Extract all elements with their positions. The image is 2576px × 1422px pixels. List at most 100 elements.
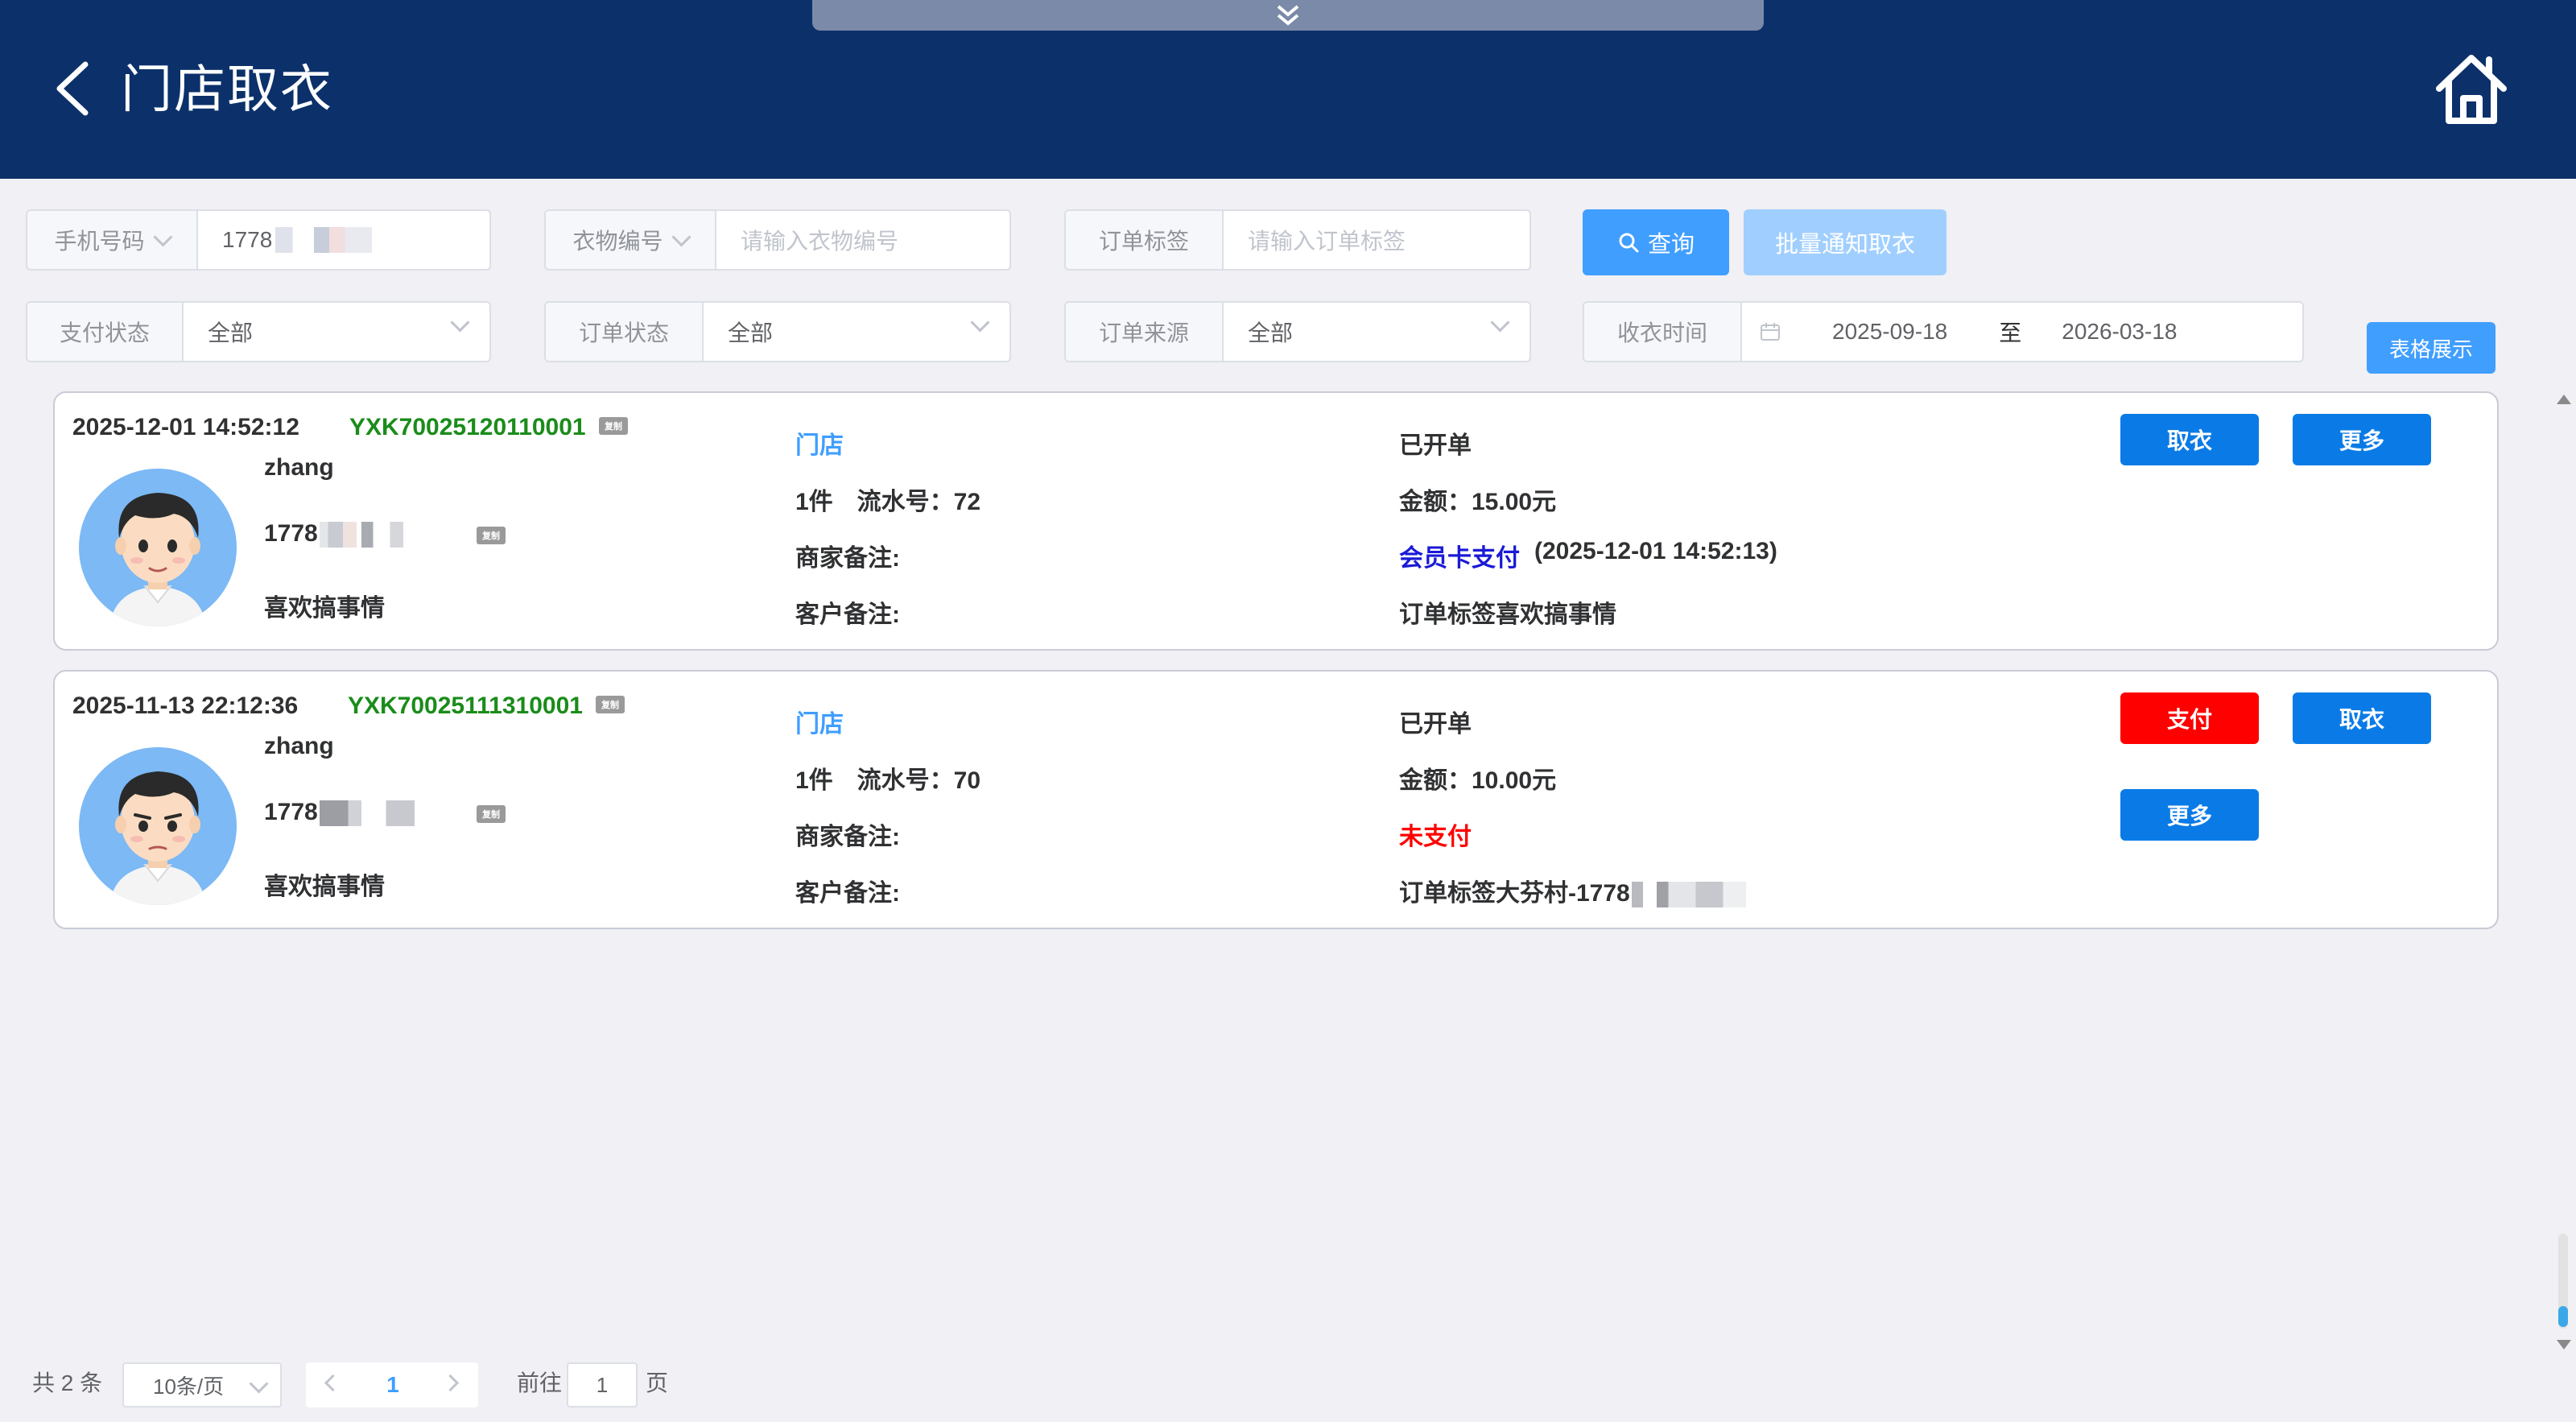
table-view-button[interactable]: 表格展示 [2367, 322, 2496, 374]
order-source: 门店 [795, 432, 844, 459]
chevron-down-icon [249, 1374, 269, 1394]
scroll-up-arrow[interactable] [2557, 395, 2571, 404]
phone-input-value: 1778 [222, 227, 273, 252]
cloth-no-input[interactable]: 请输入衣物编号 [716, 211, 1009, 269]
back-arrow-icon [56, 61, 89, 116]
cloth-no-placeholder: 请输入衣物编号 [741, 229, 899, 254]
cloth-type-select[interactable]: 衣物编号 [546, 211, 716, 269]
current-page[interactable]: 1 [375, 1369, 411, 1401]
customer-phone-prefix: 1778 [264, 799, 318, 825]
chevron-down-icon [671, 226, 691, 247]
home-icon [2436, 55, 2507, 124]
more-button[interactable]: 更多 [2120, 789, 2259, 841]
copy-phone-button[interactable]: 复制 [477, 805, 506, 823]
order-source-value: 全部 [1248, 320, 1294, 345]
order-card: 2025-12-01 14:52:12 YXK70025120110001 复制… [53, 391, 2499, 651]
phone-type-label: 手机号码 [54, 229, 145, 254]
pickup-button-label: 取衣 [2166, 428, 2212, 453]
date-range-picker[interactable]: 2025-09-18 至 2026-03-18 [1742, 303, 2302, 361]
query-button[interactable]: 查询 [1583, 209, 1729, 275]
more-button[interactable]: 更多 [2293, 414, 2431, 465]
order-card: 2025-11-13 22:12:36 YXK70025111310001 复制… [53, 670, 2499, 929]
search-icon [1619, 233, 1639, 253]
order-status-label: 订单状态 [546, 303, 704, 361]
pay-status-value: 全部 [208, 320, 254, 345]
goto-page-input[interactable]: 1 [567, 1362, 638, 1408]
avatar [79, 469, 237, 626]
back-button[interactable] [50, 58, 98, 119]
pickup-button[interactable]: 取衣 [2293, 692, 2431, 744]
phone-mask [319, 522, 403, 548]
phone-type-select[interactable]: 手机号码 [27, 211, 198, 269]
phone-mask [275, 227, 373, 253]
tag-mask [1631, 882, 1746, 908]
pickup-button-label: 取衣 [2339, 707, 2384, 732]
order-tag-placeholder: 请输入订单标签 [1248, 229, 1406, 254]
phone-mask [319, 800, 415, 827]
order-count-serial: 1件 流水号：70 [795, 767, 981, 794]
copy-phone-button[interactable]: 复制 [477, 527, 506, 544]
order-tag-filter: 订单标签 请输入订单标签 [1064, 209, 1531, 271]
goto-unit: 页 [646, 1370, 669, 1395]
order-source-label-text: 订单来源 [1098, 320, 1189, 345]
order-status-filter: 订单状态 全部 [544, 301, 1011, 362]
table-view-label: 表格展示 [2388, 337, 2473, 362]
order-status-label-text: 订单状态 [578, 320, 669, 345]
avatar-icon [109, 493, 206, 626]
pay-time: (2025-12-01 14:52:13) [1534, 538, 1777, 564]
order-status: 已开单 [1399, 711, 1472, 738]
pay-status-select[interactable]: 全部 [184, 303, 489, 361]
pay-method: 会员卡支付 [1399, 545, 1520, 572]
pay-button[interactable]: 支付 [2120, 692, 2259, 744]
pickup-button[interactable]: 取衣 [2120, 414, 2259, 465]
order-source: 门店 [795, 711, 844, 738]
pull-down-tab[interactable] [812, 0, 1764, 31]
order-tag: 订单标签大芬村-1778 [1399, 873, 1746, 908]
customer-remark: 客户备注: [795, 601, 900, 628]
pay-status-filter: 支付状态 全部 [26, 301, 491, 362]
receive-time-filter: 收衣时间 2025-09-18 至 2026-03-18 [1583, 301, 2304, 362]
pagination-total: 共 2 条 [32, 1370, 103, 1395]
cloth-type-label: 衣物编号 [572, 229, 663, 254]
copy-order-no-button[interactable]: 复制 [596, 696, 625, 713]
order-number: YXK70025120110001 [349, 414, 586, 440]
batch-notify-button[interactable]: 批量通知取衣 [1744, 209, 1946, 275]
scroll-down-arrow[interactable] [2557, 1340, 2571, 1350]
customer-note: 喜欢搞事情 [264, 595, 385, 622]
phone-input[interactable]: 1778 [198, 211, 489, 269]
date-end[interactable]: 2026-03-18 [2062, 319, 2177, 345]
chevron-down-icon [1490, 312, 1510, 333]
order-amount: 金额：10.00元 [1399, 767, 1557, 794]
order-source-select[interactable]: 全部 [1224, 303, 1530, 361]
page-size-select[interactable]: 10条/页 [122, 1362, 282, 1408]
order-status-select[interactable]: 全部 [704, 303, 1009, 361]
order-tag-label: 订单标签 [1066, 211, 1224, 269]
customer-note: 喜欢搞事情 [264, 874, 385, 900]
order-datetime: 2025-12-01 14:52:12 [72, 414, 299, 440]
order-tag-input[interactable]: 请输入订单标签 [1224, 211, 1530, 269]
goto-label: 前往 [517, 1370, 563, 1395]
scrollbar-thumb[interactable] [2558, 1306, 2568, 1327]
customer-name: zhang [264, 733, 334, 759]
order-tag-label-text: 订单标签 [1098, 229, 1189, 254]
chevron-down-icon [152, 226, 173, 247]
chevron-down-icon [970, 312, 990, 333]
pay-button-label: 支付 [2166, 707, 2212, 732]
next-page-button[interactable] [441, 1374, 460, 1392]
order-number: YXK70025111310001 [348, 692, 583, 719]
more-button-label: 更多 [2339, 428, 2384, 453]
pay-status-label-text: 支付状态 [59, 320, 150, 345]
home-button[interactable] [2433, 52, 2510, 126]
pay-status-label: 支付状态 [27, 303, 184, 361]
date-start[interactable]: 2025-09-18 [1832, 319, 1947, 345]
prev-page-button[interactable] [324, 1374, 342, 1392]
date-separator: 至 [1999, 320, 2022, 345]
customer-phone-prefix: 1778 [264, 520, 318, 547]
calendar-icon [1761, 323, 1780, 341]
receive-time-label: 收衣时间 [1584, 303, 1742, 361]
customer-remark: 客户备注: [795, 880, 900, 907]
chevron-down-icon [450, 312, 470, 333]
customer-name: zhang [264, 454, 334, 481]
order-source-filter: 订单来源 全部 [1064, 301, 1531, 362]
copy-order-no-button[interactable]: 复制 [599, 417, 628, 435]
